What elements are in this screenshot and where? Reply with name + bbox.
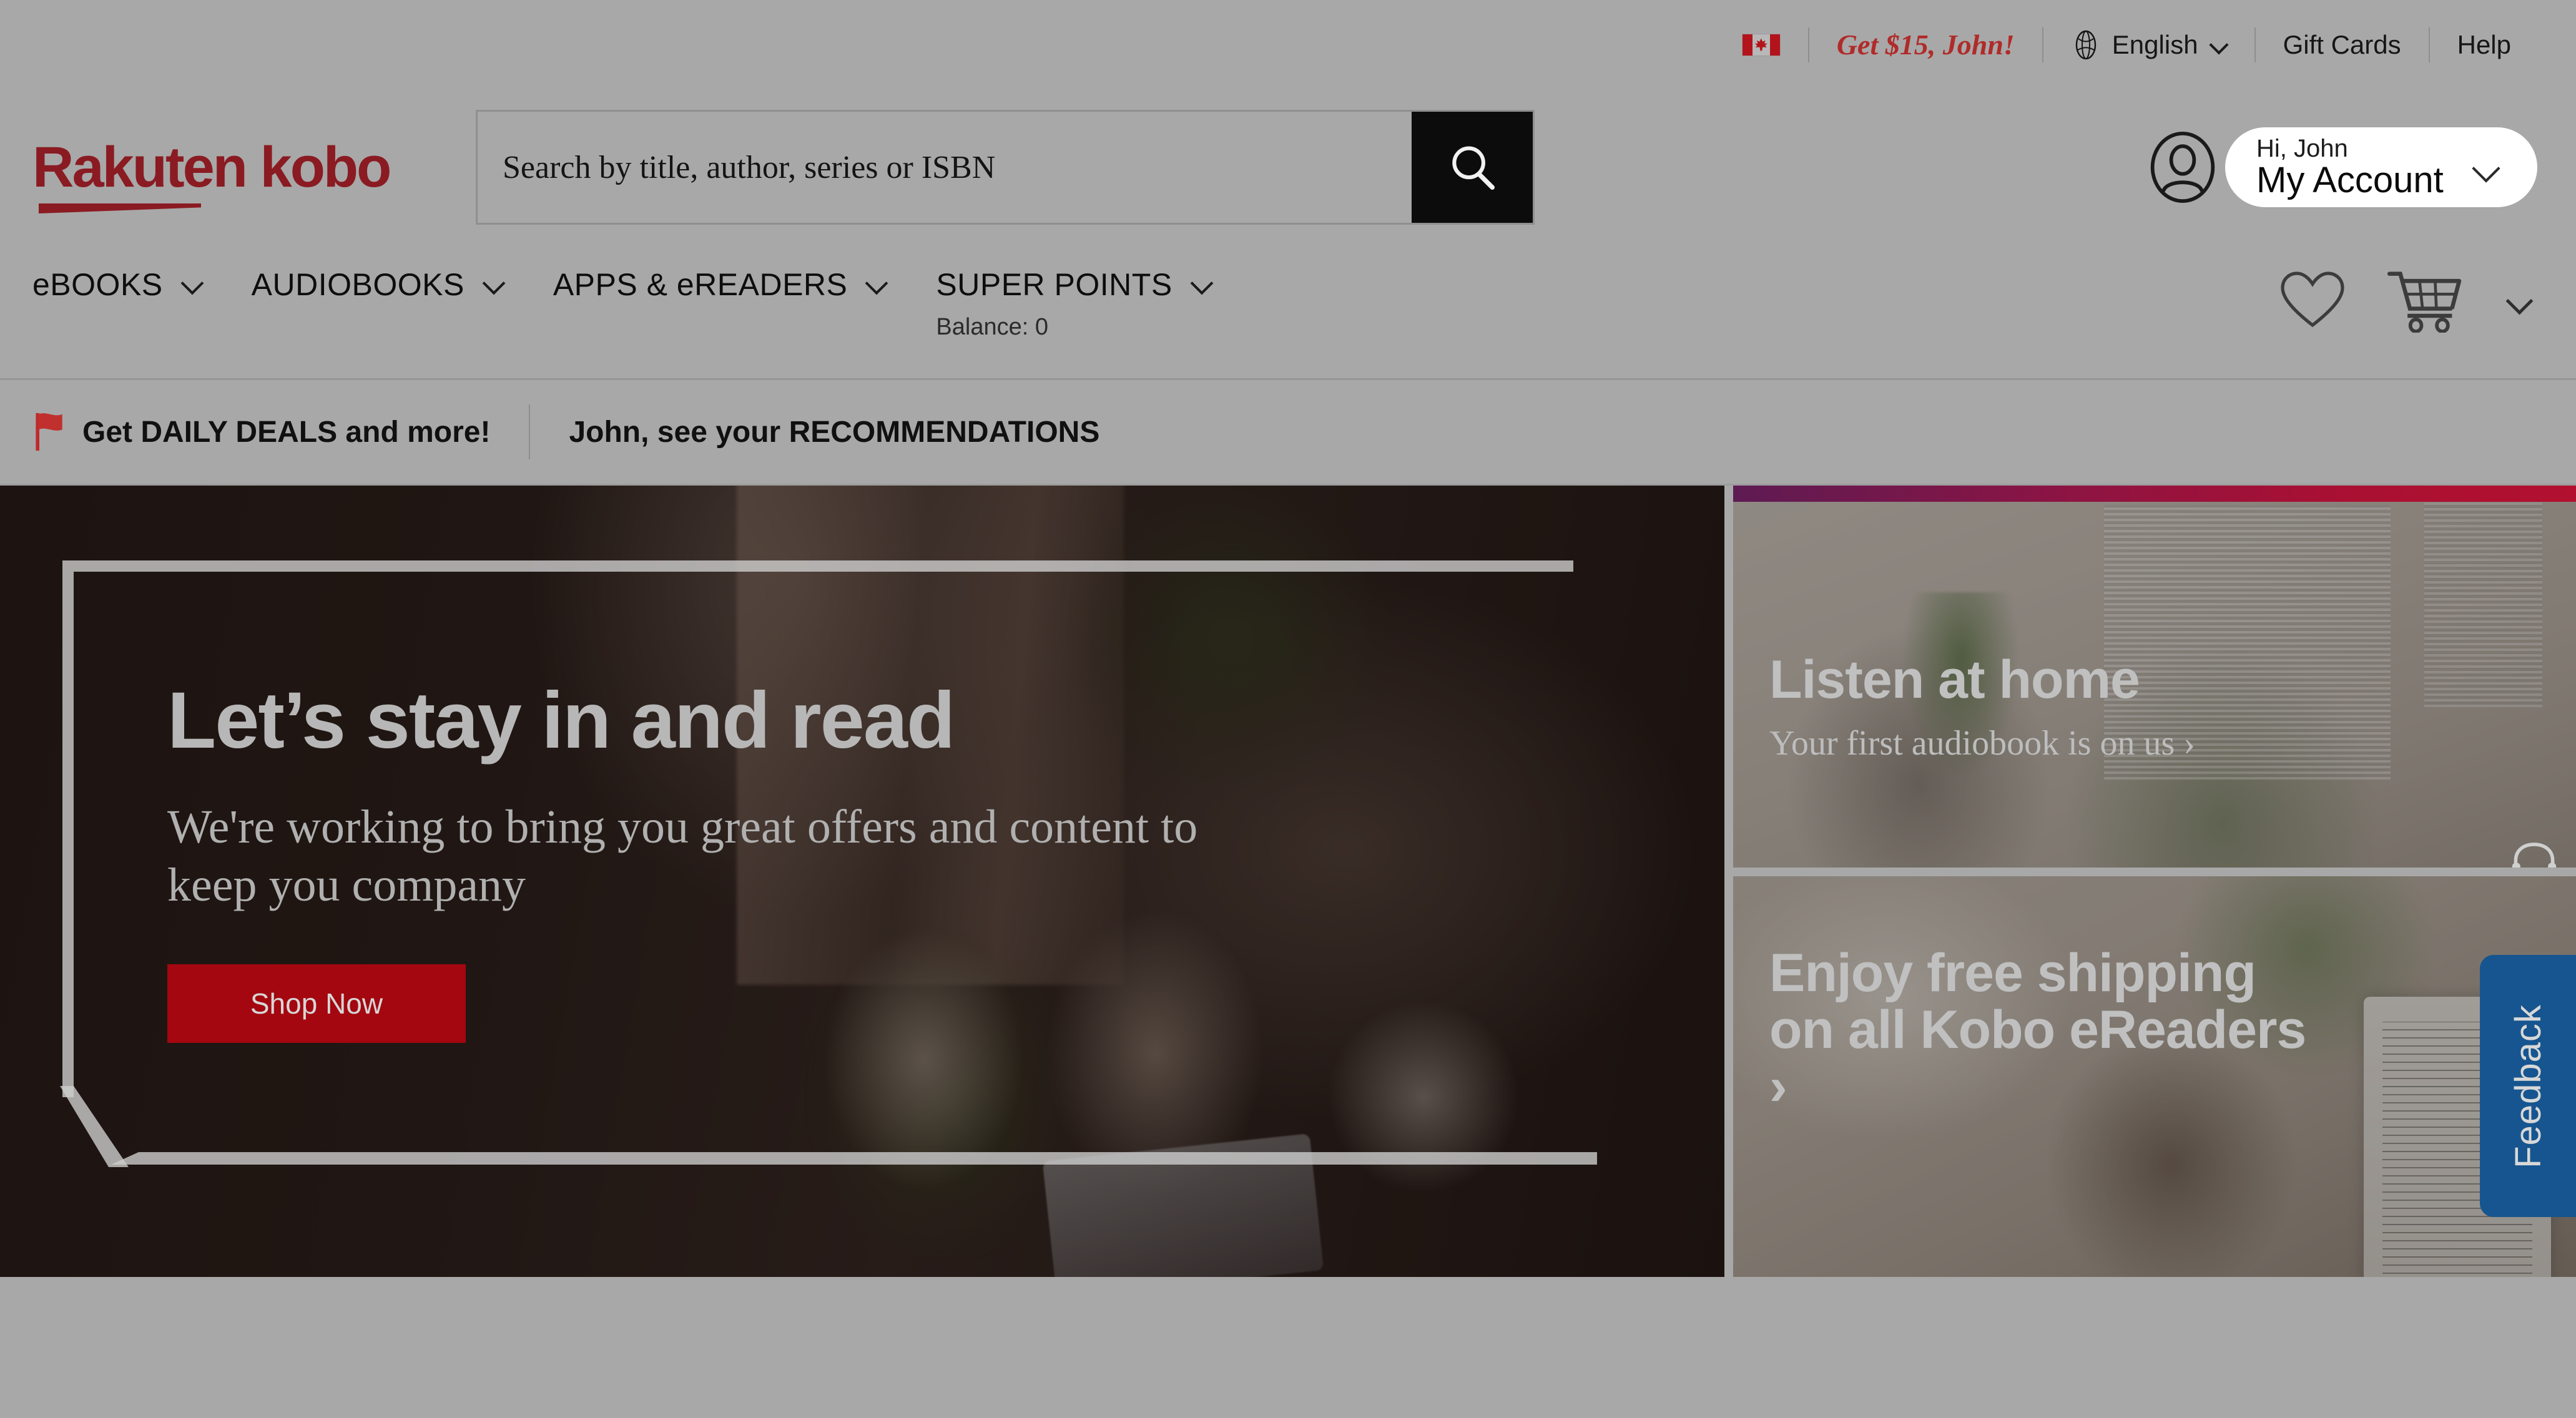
promo-offer-label: Get $15, John! <box>1836 29 2015 61</box>
promo-card-listen-at-home[interactable]: Listen at home Your first audiobook is o… <box>1733 486 2576 868</box>
chevron-down-icon[interactable] <box>2506 291 2534 309</box>
chevron-down-icon <box>867 275 886 294</box>
heart-icon[interactable] <box>2280 270 2345 330</box>
chevron-down-icon <box>183 275 202 294</box>
chevron-down-icon <box>2211 37 2227 53</box>
language-label: English <box>2111 29 2198 59</box>
utility-bar: Get $15, John! English Gift Cards Help <box>0 0 2576 89</box>
below-hero-area <box>0 1277 2576 1399</box>
logo-kobo-text: kobo <box>260 135 392 199</box>
nav-item-label: SUPER POINTS <box>936 267 1172 302</box>
account-zone: Hi, John My Account <box>2146 127 2544 207</box>
nav-item-ebooks[interactable]: eBOOKS <box>32 266 202 303</box>
hero-subtitle: We're working to bring you great offers … <box>167 801 1198 911</box>
nav-item-audiobooks[interactable]: AUDIOBOOKS <box>252 266 503 303</box>
nav-item-label: APPS & eREADERS <box>553 267 848 302</box>
kobo-storefront-page: Get $15, John! English Gift Cards Help R… <box>0 0 2576 1418</box>
masthead: Rakuten kobo Hi, John My Account <box>0 89 2576 245</box>
promo-card-title: Listen at home <box>1769 650 2140 710</box>
main-navigation: eBOOKS AUDIOBOOKS APPS & eREADERS SUPER … <box>0 245 2576 380</box>
nav-utility-icons <box>2280 245 2544 333</box>
promo-strip: Get DAILY DEALS and more! John, see your… <box>0 380 2576 486</box>
hero-banner[interactable]: Let’s stay in and read We're working to … <box>0 486 1724 1277</box>
chevron-down-icon <box>1192 275 1211 294</box>
promo-card-column: Listen at home Your first audiobook is o… <box>1733 486 2576 1277</box>
account-greeting: Hi, John <box>2256 134 2348 162</box>
hero-title: Let’s stay in and read <box>167 676 955 765</box>
nav-item-apps-ereaders[interactable]: APPS & eREADERS <box>553 266 887 303</box>
search-icon <box>1452 146 1495 190</box>
rakuten-kobo-logo[interactable]: Rakuten kobo <box>32 139 469 213</box>
logo-swoosh-icon <box>39 203 201 213</box>
globe-icon <box>2075 30 2096 59</box>
search-input[interactable] <box>478 112 1412 223</box>
daily-deals-link[interactable]: Get DAILY DEALS and more! <box>82 415 490 449</box>
search-bar <box>476 110 1535 225</box>
shopping-cart-icon[interactable] <box>2386 268 2465 333</box>
recommendations-link[interactable]: John, see your RECOMMENDATIONS <box>569 415 1099 449</box>
shop-now-button[interactable]: Shop Now <box>167 964 466 1043</box>
promo-card-accent-bar <box>1733 486 2576 502</box>
chevron-down-icon <box>2472 159 2501 176</box>
nav-item-list: eBOOKS AUDIOBOOKS APPS & eREADERS SUPER … <box>32 245 1261 341</box>
gift-cards-link[interactable]: Gift Cards <box>2256 30 2429 60</box>
headphones-icon <box>2512 843 2557 868</box>
hero-content: Let’s stay in and read We're working to … <box>167 679 1229 1043</box>
promo-card-subtitle: Your first audiobook is on us › <box>1769 724 2195 763</box>
nav-item-label: AUDIOBOOKS <box>251 267 465 302</box>
my-account-button[interactable]: Hi, John My Account <box>2225 127 2537 207</box>
nav-item-super-points[interactable]: SUPER POINTS Balance: 0 <box>936 266 1211 341</box>
hero-row: Let’s stay in and read We're working to … <box>0 486 2576 1277</box>
nav-item-label: eBOOKS <box>32 267 163 302</box>
divider <box>529 404 531 459</box>
super-points-balance: Balance: 0 <box>936 314 1048 340</box>
user-avatar-icon <box>2150 131 2215 203</box>
promo-card-title: Enjoy free shipping on all Kobo eReaders… <box>1769 943 2306 1117</box>
account-label: My Account <box>2256 159 2444 200</box>
search-submit-button[interactable] <box>1412 112 1533 223</box>
red-flag-icon <box>36 413 62 451</box>
region-flag[interactable] <box>1714 33 1808 56</box>
hero-decorative-frame-bottom <box>111 1152 1597 1165</box>
feedback-tab[interactable]: Feedback <box>2480 955 2576 1217</box>
language-selector[interactable]: English <box>2043 30 2254 60</box>
chevron-down-icon <box>484 275 503 294</box>
feedback-tab-label: Feedback <box>2507 1004 2549 1168</box>
promo-offer-link[interactable]: Get $15, John! <box>1809 28 2042 61</box>
help-link[interactable]: Help <box>2430 30 2539 60</box>
promo-card-free-shipping[interactable]: Enjoy free shipping on all Kobo eReaders… <box>1733 876 2576 1277</box>
canada-flag-icon <box>1741 33 1781 56</box>
logo-rakuten-text: Rakuten <box>32 135 248 199</box>
